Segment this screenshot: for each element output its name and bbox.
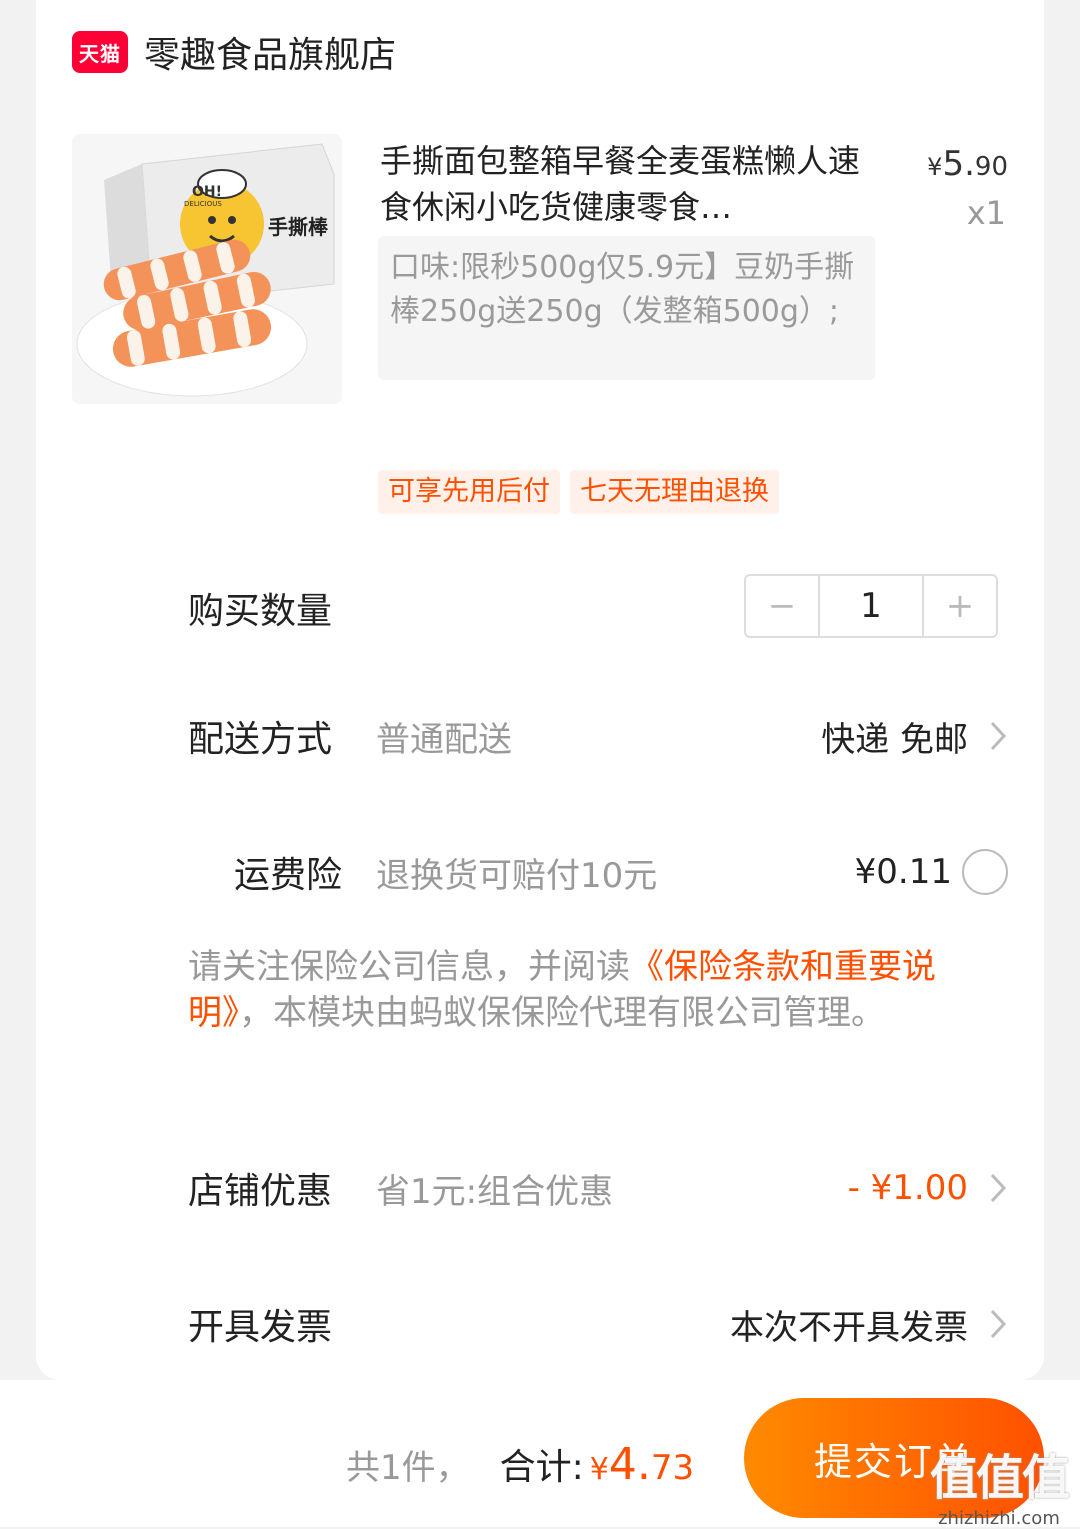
quantity-input[interactable]: 1 xyxy=(818,576,924,636)
invoice-value: 本次不开具发票 xyxy=(730,1307,968,1348)
total-integer: 4. xyxy=(608,1439,651,1490)
total-currency: ¥ xyxy=(589,1452,609,1487)
product-image[interactable]: OH! DELICIOUS 手撕棒 xyxy=(72,134,342,404)
insurance-price: ¥0.11 xyxy=(854,852,952,892)
insurance-radio[interactable] xyxy=(962,849,1008,895)
product-price: ¥5.90 xyxy=(927,144,1008,184)
product-quantity: x1 xyxy=(966,194,1006,232)
minus-button[interactable]: − xyxy=(746,576,818,636)
insurance-desc: 退换货可赔付10元 xyxy=(376,855,658,896)
delivery-row[interactable]: 配送方式 普通配送 快递 免邮 xyxy=(188,706,1008,766)
notice-suffix: ，本模块由蚂蚁保保险代理有限公司管理。 xyxy=(239,993,885,1033)
invoice-label: 开具发票 xyxy=(188,1307,333,1348)
tag-pay-later: 可享先用后付 xyxy=(378,470,560,514)
chevron-right-icon xyxy=(968,719,1008,753)
delivery-label: 配送方式 xyxy=(188,719,333,760)
chevron-right-icon xyxy=(968,1307,1008,1341)
insurance-notice: 请关注保险公司信息，并阅读《保险条款和重要说明》，本模块由蚂蚁保保险代理有限公司… xyxy=(188,944,1018,1036)
sku-selector[interactable]: 口味:限秒500g仅5.9元】豆奶手撕棒250g送250g（发整箱500g）; xyxy=(378,236,875,380)
order-summary: 共1件， 合计: ¥4.73 xyxy=(346,1438,694,1490)
quantity-label: 购买数量 xyxy=(188,591,333,632)
price-decimal: 90 xyxy=(974,152,1008,182)
item-count: 共1件， xyxy=(346,1448,470,1488)
total-price: ¥4.73 xyxy=(590,1439,694,1490)
delivery-method: 普通配送 xyxy=(376,719,512,760)
watermark-site: zhizhizhi.com xyxy=(938,1508,1060,1529)
tag-seven-day-return: 七天无理由退换 xyxy=(570,470,779,514)
price-currency: ¥ xyxy=(927,153,943,181)
insurance-label: 运费险 xyxy=(233,855,342,896)
delivery-value: 快递 免邮 xyxy=(821,719,968,760)
notice-prefix: 请关注保险公司信息，并阅读 xyxy=(188,947,630,987)
price-integer: 5. xyxy=(942,144,975,184)
discount-desc: 省1元:组合优惠 xyxy=(376,1171,614,1212)
invoice-row[interactable]: 开具发票 本次不开具发票 xyxy=(188,1294,1008,1354)
tmall-logo: 天猫 xyxy=(72,31,128,73)
discount-label: 店铺优惠 xyxy=(188,1171,333,1212)
shop-header[interactable]: 天猫 零趣食品旗舰店 xyxy=(72,24,396,80)
box-brand-text: OH! xyxy=(192,184,222,200)
product-title[interactable]: 手撕面包整箱早餐全麦蛋糕懒人速食休闲小吃货健康零食… xyxy=(380,138,860,230)
box-sub-text: DELICIOUS xyxy=(184,200,222,208)
shop-discount-row[interactable]: 店铺优惠 省1元:组合优惠 - ¥1.00 xyxy=(188,1158,1008,1218)
box-name-text: 手撕棒 xyxy=(268,215,329,239)
watermark: 值值值 zhizhizhi.com xyxy=(929,1438,1070,1529)
service-tags: 可享先用后付 七天无理由退换 xyxy=(378,470,779,514)
insurance-row: 运费险 退换货可赔付10元 ¥0.11 xyxy=(188,842,1008,902)
total-label: 合计: xyxy=(499,1447,584,1488)
total-decimal: 73 xyxy=(650,1448,695,1488)
plus-button[interactable]: + xyxy=(924,576,996,636)
shop-name[interactable]: 零趣食品旗舰店 xyxy=(144,26,396,78)
product-image-illustration: OH! DELICIOUS 手撕棒 xyxy=(72,134,342,404)
chevron-right-icon xyxy=(968,1171,1008,1205)
watermark-logo: 值值值 xyxy=(929,1450,1070,1506)
discount-value: - ¥1.00 xyxy=(847,1168,968,1208)
quantity-stepper[interactable]: − 1 + xyxy=(744,574,998,638)
